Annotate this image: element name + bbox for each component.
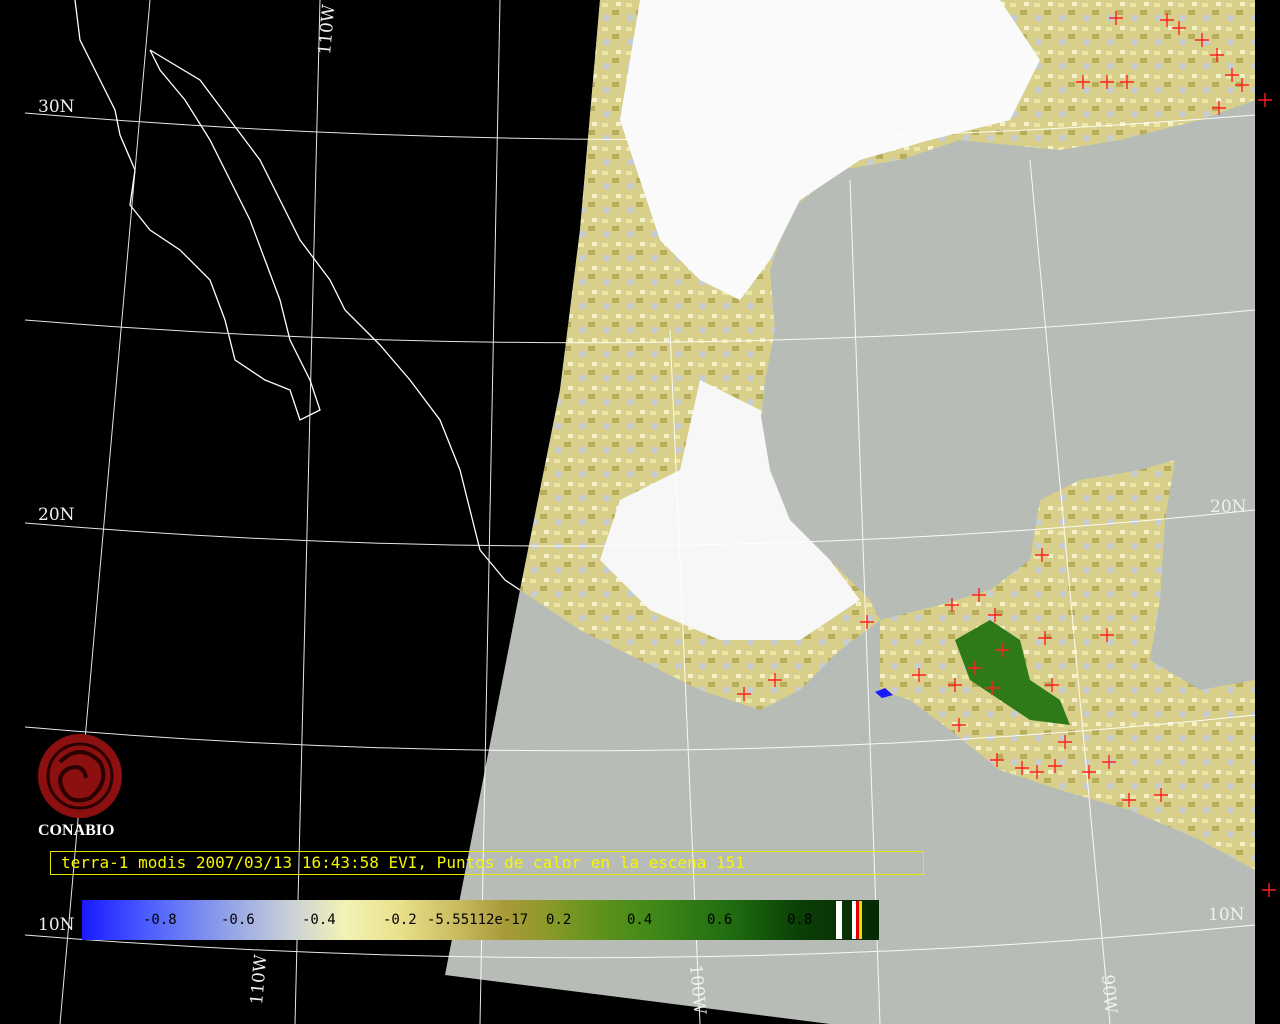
colorbar-marker-yellow xyxy=(859,901,862,939)
right-edge-band xyxy=(1255,0,1280,1024)
lon-label-110w-bottom: 110W xyxy=(247,953,271,1005)
lat-label-10n-right: 10N xyxy=(1208,905,1245,925)
lat-label-10n-left: 10N xyxy=(38,915,75,935)
colorbar-label: 0.4 xyxy=(627,912,653,928)
scene-caption: terra-1 modis 2007/03/13 16:43:58 EVI, P… xyxy=(50,851,924,875)
lon-label-90w-bottom: 90W xyxy=(1097,974,1120,1015)
colorbar-label: 0.8 xyxy=(787,912,813,928)
colorbar-label: -0.6 xyxy=(221,912,255,928)
colorbar-marker-white xyxy=(836,901,842,939)
colorbar-label: -5.55112e-17 xyxy=(427,912,529,928)
colorbar-label: 0.2 xyxy=(546,912,572,928)
colorbar-label: -0.8 xyxy=(143,912,177,928)
logo-text: CONABIO xyxy=(38,822,115,839)
colorbar-label: 0.6 xyxy=(707,912,733,928)
lat-label-30n: 30N xyxy=(38,97,75,117)
lat-label-20n-right: 20N xyxy=(1210,497,1247,517)
lon-label-110w-top: 110W xyxy=(315,3,339,55)
lon-label-100w-bottom: 100W xyxy=(685,964,709,1016)
colorbar-label: -0.4 xyxy=(302,912,336,928)
lat-label-20n-left: 20N xyxy=(38,505,75,525)
colorbar-label: -0.2 xyxy=(383,912,417,928)
